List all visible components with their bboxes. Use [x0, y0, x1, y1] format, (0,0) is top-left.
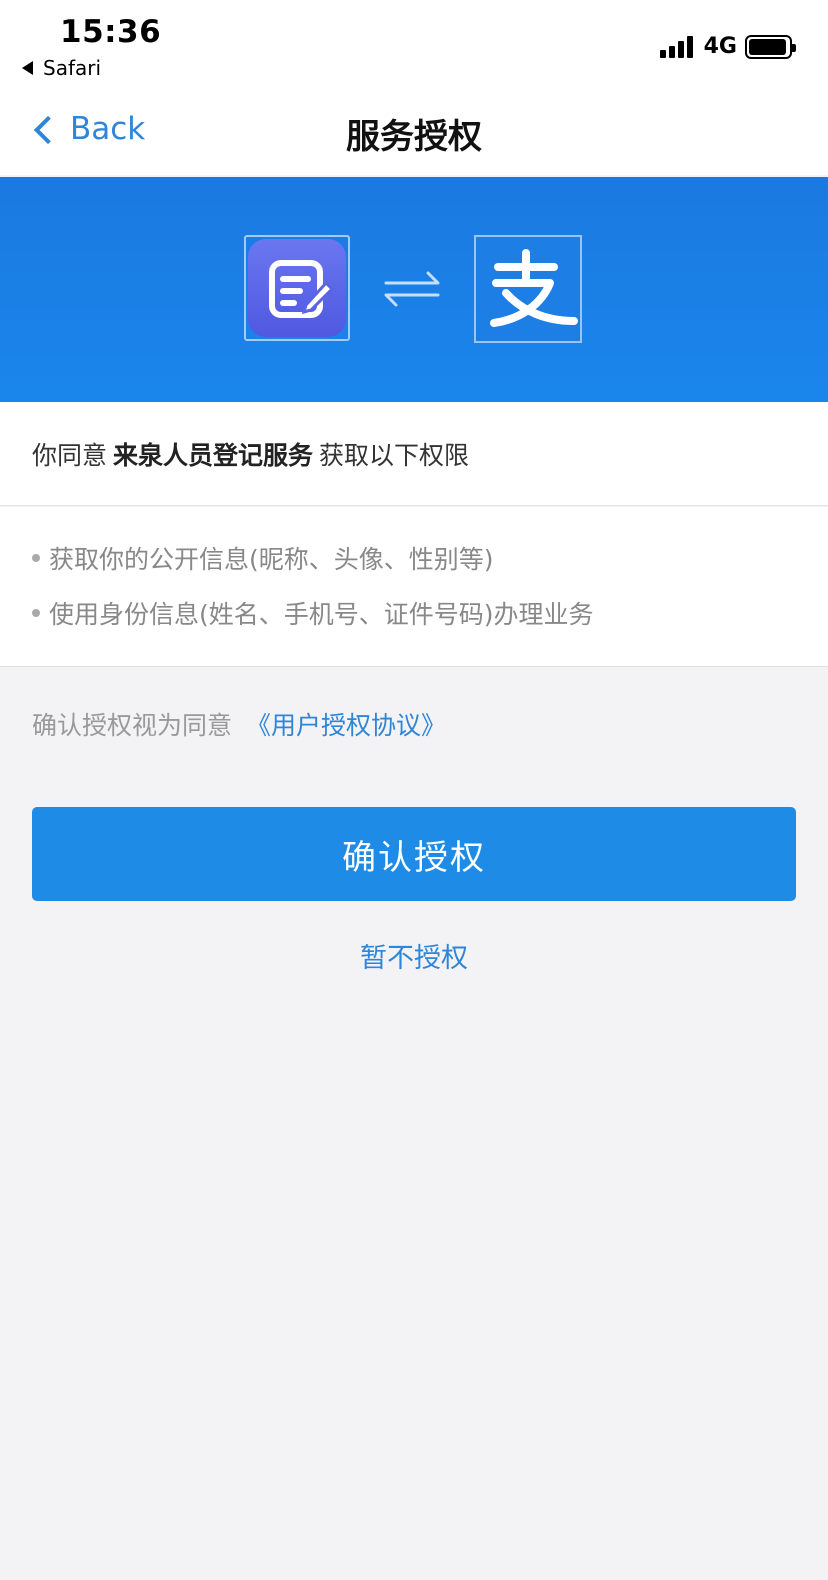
- page-title: 服务授权: [346, 117, 482, 157]
- battery-icon: [745, 34, 796, 59]
- status-back-app-label: Safari: [43, 56, 102, 80]
- screen: 15:36 Safari 4G Back 服务授权 你同意 来泉人员登记服务 获…: [0, 0, 828, 1580]
- permission-text: 获取你的公开信息(昵称、头像、性别等): [49, 545, 494, 574]
- alipay-logo: [474, 235, 582, 343]
- authorization-banner: [0, 177, 828, 402]
- bullet-icon: [32, 609, 40, 617]
- status-indicators: 4G: [659, 34, 796, 59]
- consent-suffix: 获取以下权限: [319, 441, 470, 470]
- list-item: 获取你的公开信息(昵称、头像、性别等): [32, 540, 494, 576]
- mini-app-icon: [244, 235, 350, 341]
- decline-authorization-link[interactable]: 暂不授权: [0, 936, 828, 975]
- signal-strength-icon: [659, 35, 696, 58]
- network-type: 4G: [703, 34, 737, 59]
- bullet-icon: [32, 554, 40, 562]
- back-triangle-icon: [22, 61, 33, 75]
- permission-text: 使用身份信息(姓名、手机号、证件号码)办理业务: [49, 600, 594, 629]
- consent-text: 你同意 来泉人员登记服务 获取以下权限: [32, 436, 469, 472]
- status-time: 15:36: [60, 14, 162, 50]
- navigation-bar: Back 服务授权: [0, 95, 828, 175]
- edit-document-icon: [269, 260, 335, 318]
- confirm-authorization-button[interactable]: 确认授权: [32, 807, 796, 901]
- consent-prefix: 你同意: [32, 441, 108, 470]
- consent-section: 你同意 来泉人员登记服务 获取以下权限: [0, 402, 828, 506]
- status-back-to-app[interactable]: Safari: [22, 56, 101, 80]
- status-bar: 15:36 Safari 4G: [0, 0, 828, 95]
- list-item: 使用身份信息(姓名、手机号、证件号码)办理业务: [32, 595, 594, 631]
- agreement-notice: 确认授权视为同意 《用户授权协议》: [32, 706, 446, 742]
- agreement-prefix: 确认授权视为同意: [32, 711, 233, 740]
- user-agreement-link[interactable]: 《用户授权协议》: [246, 711, 446, 740]
- exchange-arrows-icon: [384, 271, 440, 307]
- permission-list: 获取你的公开信息(昵称、头像、性别等) 使用身份信息(姓名、手机号、证件号码)办…: [0, 507, 828, 667]
- service-name: 来泉人员登记服务: [113, 441, 314, 470]
- alipay-logo-icon: [490, 249, 578, 327]
